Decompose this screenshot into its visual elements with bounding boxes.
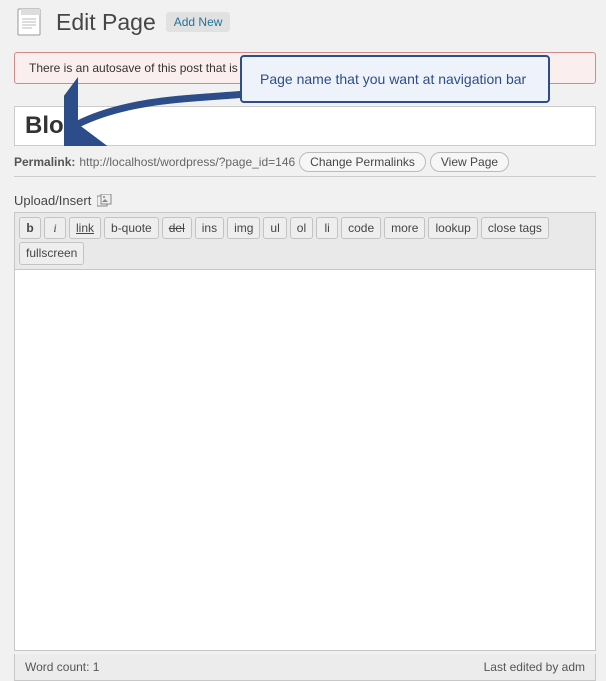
quicktag-ol-button[interactable]: ol — [290, 217, 313, 239]
quicktag-link-button[interactable]: link — [69, 217, 101, 239]
word-count: Word count: 1 — [25, 660, 99, 674]
quicktag-closetags-button[interactable]: close tags — [481, 217, 549, 239]
permalink-label: Permalink: — [14, 155, 75, 169]
quicktag-code-button[interactable]: code — [341, 217, 381, 239]
content-editor[interactable] — [14, 269, 596, 651]
quicktag-i-button[interactable]: i — [44, 217, 66, 239]
quicktag-li-button[interactable]: li — [316, 217, 338, 239]
add-media-icon[interactable] — [97, 194, 113, 208]
permalink-row: Permalink: http://localhost/wordpress/?p… — [14, 152, 596, 172]
view-page-button[interactable]: View Page — [430, 152, 509, 172]
quicktag-ins-button[interactable]: ins — [195, 217, 224, 239]
annotation-text: Page name that you want at navigation ba… — [260, 71, 526, 87]
quicktag-fullscreen-button[interactable]: fullscreen — [19, 242, 84, 264]
upload-insert-row: Upload/Insert — [14, 193, 596, 208]
quicktags-toolbar: bilinkb-quotedelinsimgulollicodemorelook… — [14, 212, 596, 269]
quicktag-del-button[interactable]: del — [162, 217, 192, 239]
permalink-url: http://localhost/wordpress/?page_id=146 — [79, 155, 295, 169]
title-input[interactable] — [14, 106, 596, 146]
page-icon — [14, 6, 46, 38]
page-header: Edit Page Add New — [14, 6, 596, 38]
upload-insert-label: Upload/Insert — [14, 193, 91, 208]
quicktag-more-button[interactable]: more — [384, 217, 425, 239]
annotation-callout: Page name that you want at navigation ba… — [240, 55, 550, 103]
add-new-button[interactable]: Add New — [166, 12, 231, 32]
page-title: Edit Page — [56, 9, 156, 36]
quicktag-b-button[interactable]: b — [19, 217, 41, 239]
quicktag-lookup-button[interactable]: lookup — [428, 217, 477, 239]
quicktag-ul-button[interactable]: ul — [263, 217, 286, 239]
divider — [14, 176, 596, 177]
editor-status-bar: Word count: 1 Last edited by adm — [14, 654, 596, 681]
quicktag-img-button[interactable]: img — [227, 217, 260, 239]
last-edited: Last edited by adm — [484, 660, 585, 674]
quicktag-bquote-button[interactable]: b-quote — [104, 217, 159, 239]
change-permalinks-button[interactable]: Change Permalinks — [299, 152, 426, 172]
